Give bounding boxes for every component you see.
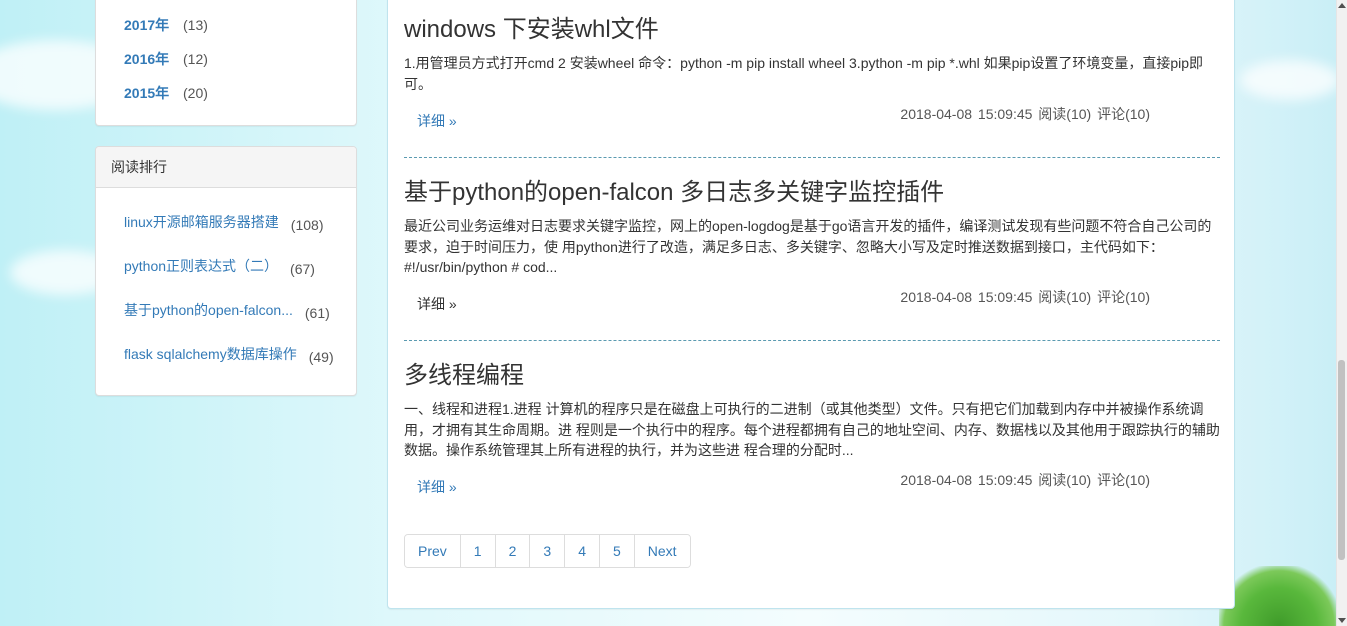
archive-count: (13) <box>183 17 208 33</box>
post-item: 基于python的open-falcon 多日志多关键字监控插件 最近公司业务运… <box>404 178 1220 312</box>
post-title[interactable]: 基于python的open-falcon 多日志多关键字监控插件 <box>404 178 1220 208</box>
rank-item[interactable]: linux开源邮箱服务器搭建 (108) <box>124 211 323 233</box>
post-list-panel: windows 下安装whl文件 1.用管理员方式打开cmd 2 安装wheel… <box>387 0 1235 609</box>
post-excerpt: 1.用管理员方式打开cmd 2 安装wheel 命令：python -m pip… <box>404 55 1204 92</box>
scroll-up-arrow-icon[interactable] <box>1338 3 1346 8</box>
archive-item-2016[interactable]: 2016年 (12) <box>124 49 208 69</box>
reading-rank-panel: 阅读排行 linux开源邮箱服务器搭建 (108) python正则表达式（二）… <box>95 146 357 396</box>
rank-item-count: (49) <box>308 349 334 365</box>
pagination-next-button[interactable]: Next <box>633 535 690 567</box>
post-detail-link[interactable]: 详细 » <box>417 294 457 314</box>
post-excerpt: 一、线程和进程1.进程 计算机的程序只是在磁盘上可执行的二进制（或其他类型）文件… <box>404 401 1220 458</box>
scrollbar-thumb[interactable] <box>1338 360 1345 560</box>
rank-item-count: (108) <box>290 217 324 233</box>
rank-item-count: (67) <box>290 261 315 277</box>
archive-count: (12) <box>183 51 208 67</box>
pagination-prev-button[interactable]: Prev <box>405 535 460 567</box>
background-cloud <box>1240 60 1340 100</box>
archive-year[interactable]: 2016年 <box>124 49 183 69</box>
pagination-page-5[interactable]: 5 <box>598 535 634 567</box>
rank-item[interactable]: python正则表达式（二） (67) <box>124 255 315 277</box>
post-detail-link[interactable]: 详细 » <box>417 477 457 497</box>
rank-item[interactable]: flask sqlalchemy数据库操作 (49) <box>124 343 334 365</box>
post-meta: 2018-04-08 15:09:45 阅读(10) 评论(10) <box>900 289 1150 305</box>
post-divider <box>404 157 1220 158</box>
post-detail-link[interactable]: 详细 » <box>417 111 457 131</box>
reading-rank-heading: 阅读排行 <box>96 147 356 188</box>
post-item: windows 下安装whl文件 1.用管理员方式打开cmd 2 安装wheel… <box>404 15 1220 129</box>
rank-item-count: (61) <box>304 305 330 321</box>
rank-item-title[interactable]: flask sqlalchemy数据库操作 <box>124 344 297 364</box>
pagination: Prev 1 2 3 4 5 Next <box>404 534 691 568</box>
page-scrollbar[interactable] <box>1336 0 1347 626</box>
archive-year[interactable]: 2017年 <box>124 15 183 35</box>
pagination-page-2[interactable]: 2 <box>494 535 530 567</box>
pagination-page-1[interactable]: 1 <box>459 535 495 567</box>
rank-item[interactable]: 基于python的open-falcon... (61) <box>124 299 330 321</box>
post-title[interactable]: windows 下安装whl文件 <box>404 15 1220 45</box>
rank-item-title[interactable]: linux开源邮箱服务器搭建 <box>124 212 279 232</box>
pagination-page-3[interactable]: 3 <box>529 535 565 567</box>
post-item: 多线程编程 一、线程和进程1.进程 计算机的程序只是在磁盘上可执行的二进制（或其… <box>404 361 1220 495</box>
post-title[interactable]: 多线程编程 <box>404 361 1220 391</box>
archive-item-2017[interactable]: 2017年 (13) <box>124 15 208 35</box>
post-meta: 2018-04-08 15:09:45 阅读(10) 评论(10) <box>900 472 1150 488</box>
archive-item-2015[interactable]: 2015年 (20) <box>124 83 208 103</box>
post-meta: 2018-04-08 15:09:45 阅读(10) 评论(10) <box>900 106 1150 122</box>
pagination-page-4[interactable]: 4 <box>564 535 599 567</box>
post-excerpt: 最近公司业务运维对日志要求关键字监控，网上的open-logdog是基于go语言… <box>404 218 1212 275</box>
background-grass <box>1219 566 1339 626</box>
rank-item-title[interactable]: 基于python的open-falcon... <box>124 300 293 320</box>
archive-year[interactable]: 2015年 <box>124 83 183 103</box>
post-divider <box>404 340 1220 341</box>
scroll-down-arrow-icon[interactable] <box>1338 618 1346 623</box>
archive-count: (20) <box>183 85 208 101</box>
rank-item-title[interactable]: python正则表达式（二） <box>124 256 278 276</box>
archive-panel: 2017年 (13) 2016年 (12) 2015年 (20) <box>95 0 357 126</box>
